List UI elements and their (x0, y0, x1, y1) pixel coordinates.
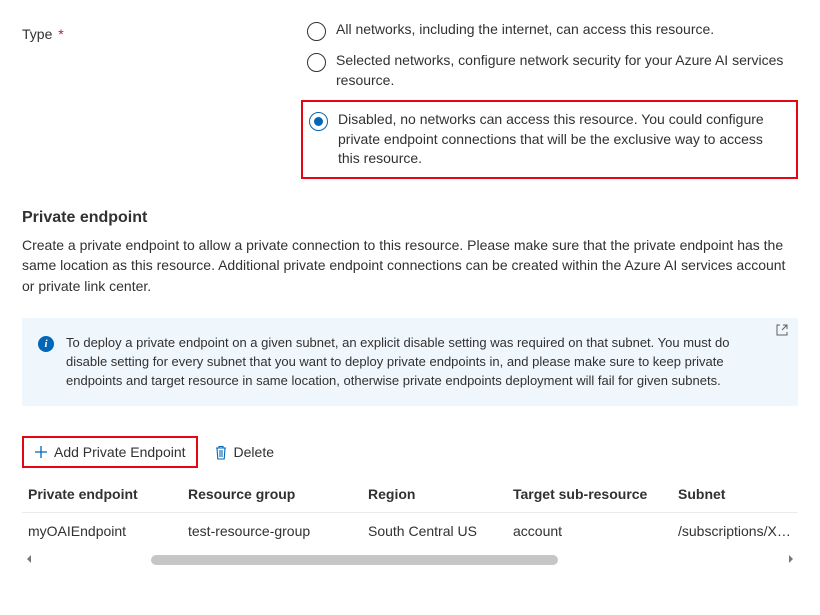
private-endpoint-description: Create a private endpoint to allow a pri… (22, 235, 792, 296)
horizontal-scrollbar[interactable] (22, 553, 798, 567)
radio-icon-selected (309, 112, 328, 131)
delete-button-label: Delete (234, 444, 274, 460)
col-region[interactable]: Region (362, 476, 507, 513)
radio-all-networks-label: All networks, including the internet, ca… (336, 20, 714, 40)
delete-button[interactable]: Delete (208, 440, 280, 464)
radio-disabled-label: Disabled, no networks can access this re… (338, 110, 786, 169)
info-icon: i (38, 336, 54, 352)
type-label: Type * (22, 20, 307, 179)
col-private-endpoint[interactable]: Private endpoint (22, 476, 182, 513)
plus-icon (34, 445, 48, 459)
radio-disabled[interactable]: Disabled, no networks can access this re… (309, 110, 786, 169)
info-banner: i To deploy a private endpoint on a give… (22, 318, 798, 407)
col-target-sub-resource[interactable]: Target sub-resource (507, 476, 672, 513)
cell-resource-group: test-resource-group (182, 513, 362, 550)
cell-region: South Central US (362, 513, 507, 550)
info-text: To deploy a private endpoint on a given … (66, 334, 768, 391)
highlight-add-button: Add Private Endpoint (22, 436, 198, 468)
radio-selected-networks-label: Selected networks, configure network sec… (336, 51, 786, 90)
private-endpoint-heading: Private endpoint (22, 209, 798, 227)
cell-private-endpoint: myOAIEndpoint (22, 513, 182, 550)
cell-subnet: /subscriptions/XXXX- (672, 513, 798, 550)
add-button-label: Add Private Endpoint (54, 444, 186, 460)
external-link-icon[interactable] (776, 324, 788, 339)
radio-selected-networks[interactable]: Selected networks, configure network sec… (307, 51, 798, 90)
private-endpoints-table: Private endpoint Resource group Region T… (22, 476, 798, 549)
highlight-disabled-option: Disabled, no networks can access this re… (301, 100, 798, 179)
radio-all-networks[interactable]: All networks, including the internet, ca… (307, 20, 798, 41)
scroll-right-icon[interactable] (784, 553, 798, 567)
col-subnet[interactable]: Subnet (672, 476, 798, 513)
radio-icon (307, 53, 326, 72)
trash-icon (214, 445, 228, 460)
scrollbar-track[interactable] (40, 555, 780, 565)
table-row[interactable]: myOAIEndpoint test-resource-group South … (22, 513, 798, 550)
scrollbar-thumb[interactable] (151, 555, 558, 565)
network-options: All networks, including the internet, ca… (307, 20, 798, 179)
add-private-endpoint-button[interactable]: Add Private Endpoint (28, 440, 192, 464)
scroll-left-icon[interactable] (22, 553, 36, 567)
type-label-text: Type (22, 26, 52, 42)
cell-target: account (507, 513, 672, 550)
required-indicator: * (58, 26, 63, 42)
radio-icon (307, 22, 326, 41)
col-resource-group[interactable]: Resource group (182, 476, 362, 513)
